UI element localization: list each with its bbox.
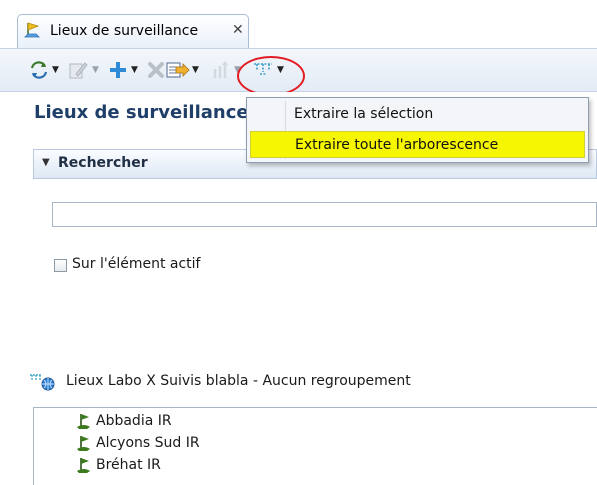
filter-dropdown-arrow[interactable]: ▼ <box>277 65 284 75</box>
delete-icon[interactable] <box>147 59 165 81</box>
menu-item-extraire-arborescence[interactable]: Extraire toute l'arborescence <box>250 131 585 158</box>
view-toolbar: ▼ ▼ ▼ ▼ ▼ ▼ <box>0 48 597 92</box>
tree-root-label: Lieux Labo X Suivis blabla - Aucun regro… <box>66 373 411 389</box>
add-icon[interactable] <box>108 59 128 81</box>
refresh-dropdown-arrow[interactable]: ▼ <box>52 65 59 75</box>
search-input[interactable] <box>52 202 597 227</box>
filter-tree-icon[interactable] <box>252 59 274 81</box>
move-dropdown-arrow[interactable]: ▼ <box>234 65 241 75</box>
location-flag-icon <box>76 434 92 455</box>
chevron-down-icon[interactable]: ▼ <box>42 157 50 168</box>
close-icon[interactable]: ✕ <box>232 22 244 38</box>
tree-item-label: Alcyons Sud IR <box>96 435 200 451</box>
tab-lieux-de-surveillance[interactable]: Lieux de surveillance ✕ <box>17 14 249 48</box>
add-dropdown-arrow[interactable]: ▼ <box>131 65 138 75</box>
export-dropdown-menu: Extraire la sélection Extraire toute l'a… <box>246 97 589 163</box>
menu-item-label: Extraire toute l'arborescence <box>295 137 499 153</box>
rechercher-label: Rechercher <box>58 155 148 171</box>
flag-icon <box>24 21 42 39</box>
export-icon[interactable] <box>166 59 190 81</box>
tree-item-label: Bréhat IR <box>96 457 161 473</box>
menu-item-label: Extraire la sélection <box>294 106 434 122</box>
location-flag-icon <box>76 412 92 433</box>
tab-label: Lieux de surveillance <box>50 23 199 39</box>
move-icon[interactable] <box>210 59 230 81</box>
page-title: Lieux de surveillance <box>34 102 249 123</box>
refresh-icon[interactable] <box>29 59 49 81</box>
tree-view[interactable]: Abbadia IR Alcyons Sud IR Bréhat IR <box>33 407 597 485</box>
location-flag-icon <box>76 456 92 477</box>
editor-tab-bar: Lieux de surveillance ✕ <box>0 0 597 48</box>
export-dropdown-arrow[interactable]: ▼ <box>192 65 199 75</box>
tree-globe-icon <box>28 372 58 395</box>
active-element-checkbox[interactable] <box>54 259 67 272</box>
edit-dropdown-arrow[interactable]: ▼ <box>92 65 99 75</box>
active-element-checkbox-label: Sur l'élément actif <box>72 256 201 272</box>
tree-item-label: Abbadia IR <box>96 413 172 429</box>
edit-icon[interactable] <box>68 59 88 81</box>
menu-item-extraire-selection[interactable]: Extraire la sélection <box>250 101 585 128</box>
